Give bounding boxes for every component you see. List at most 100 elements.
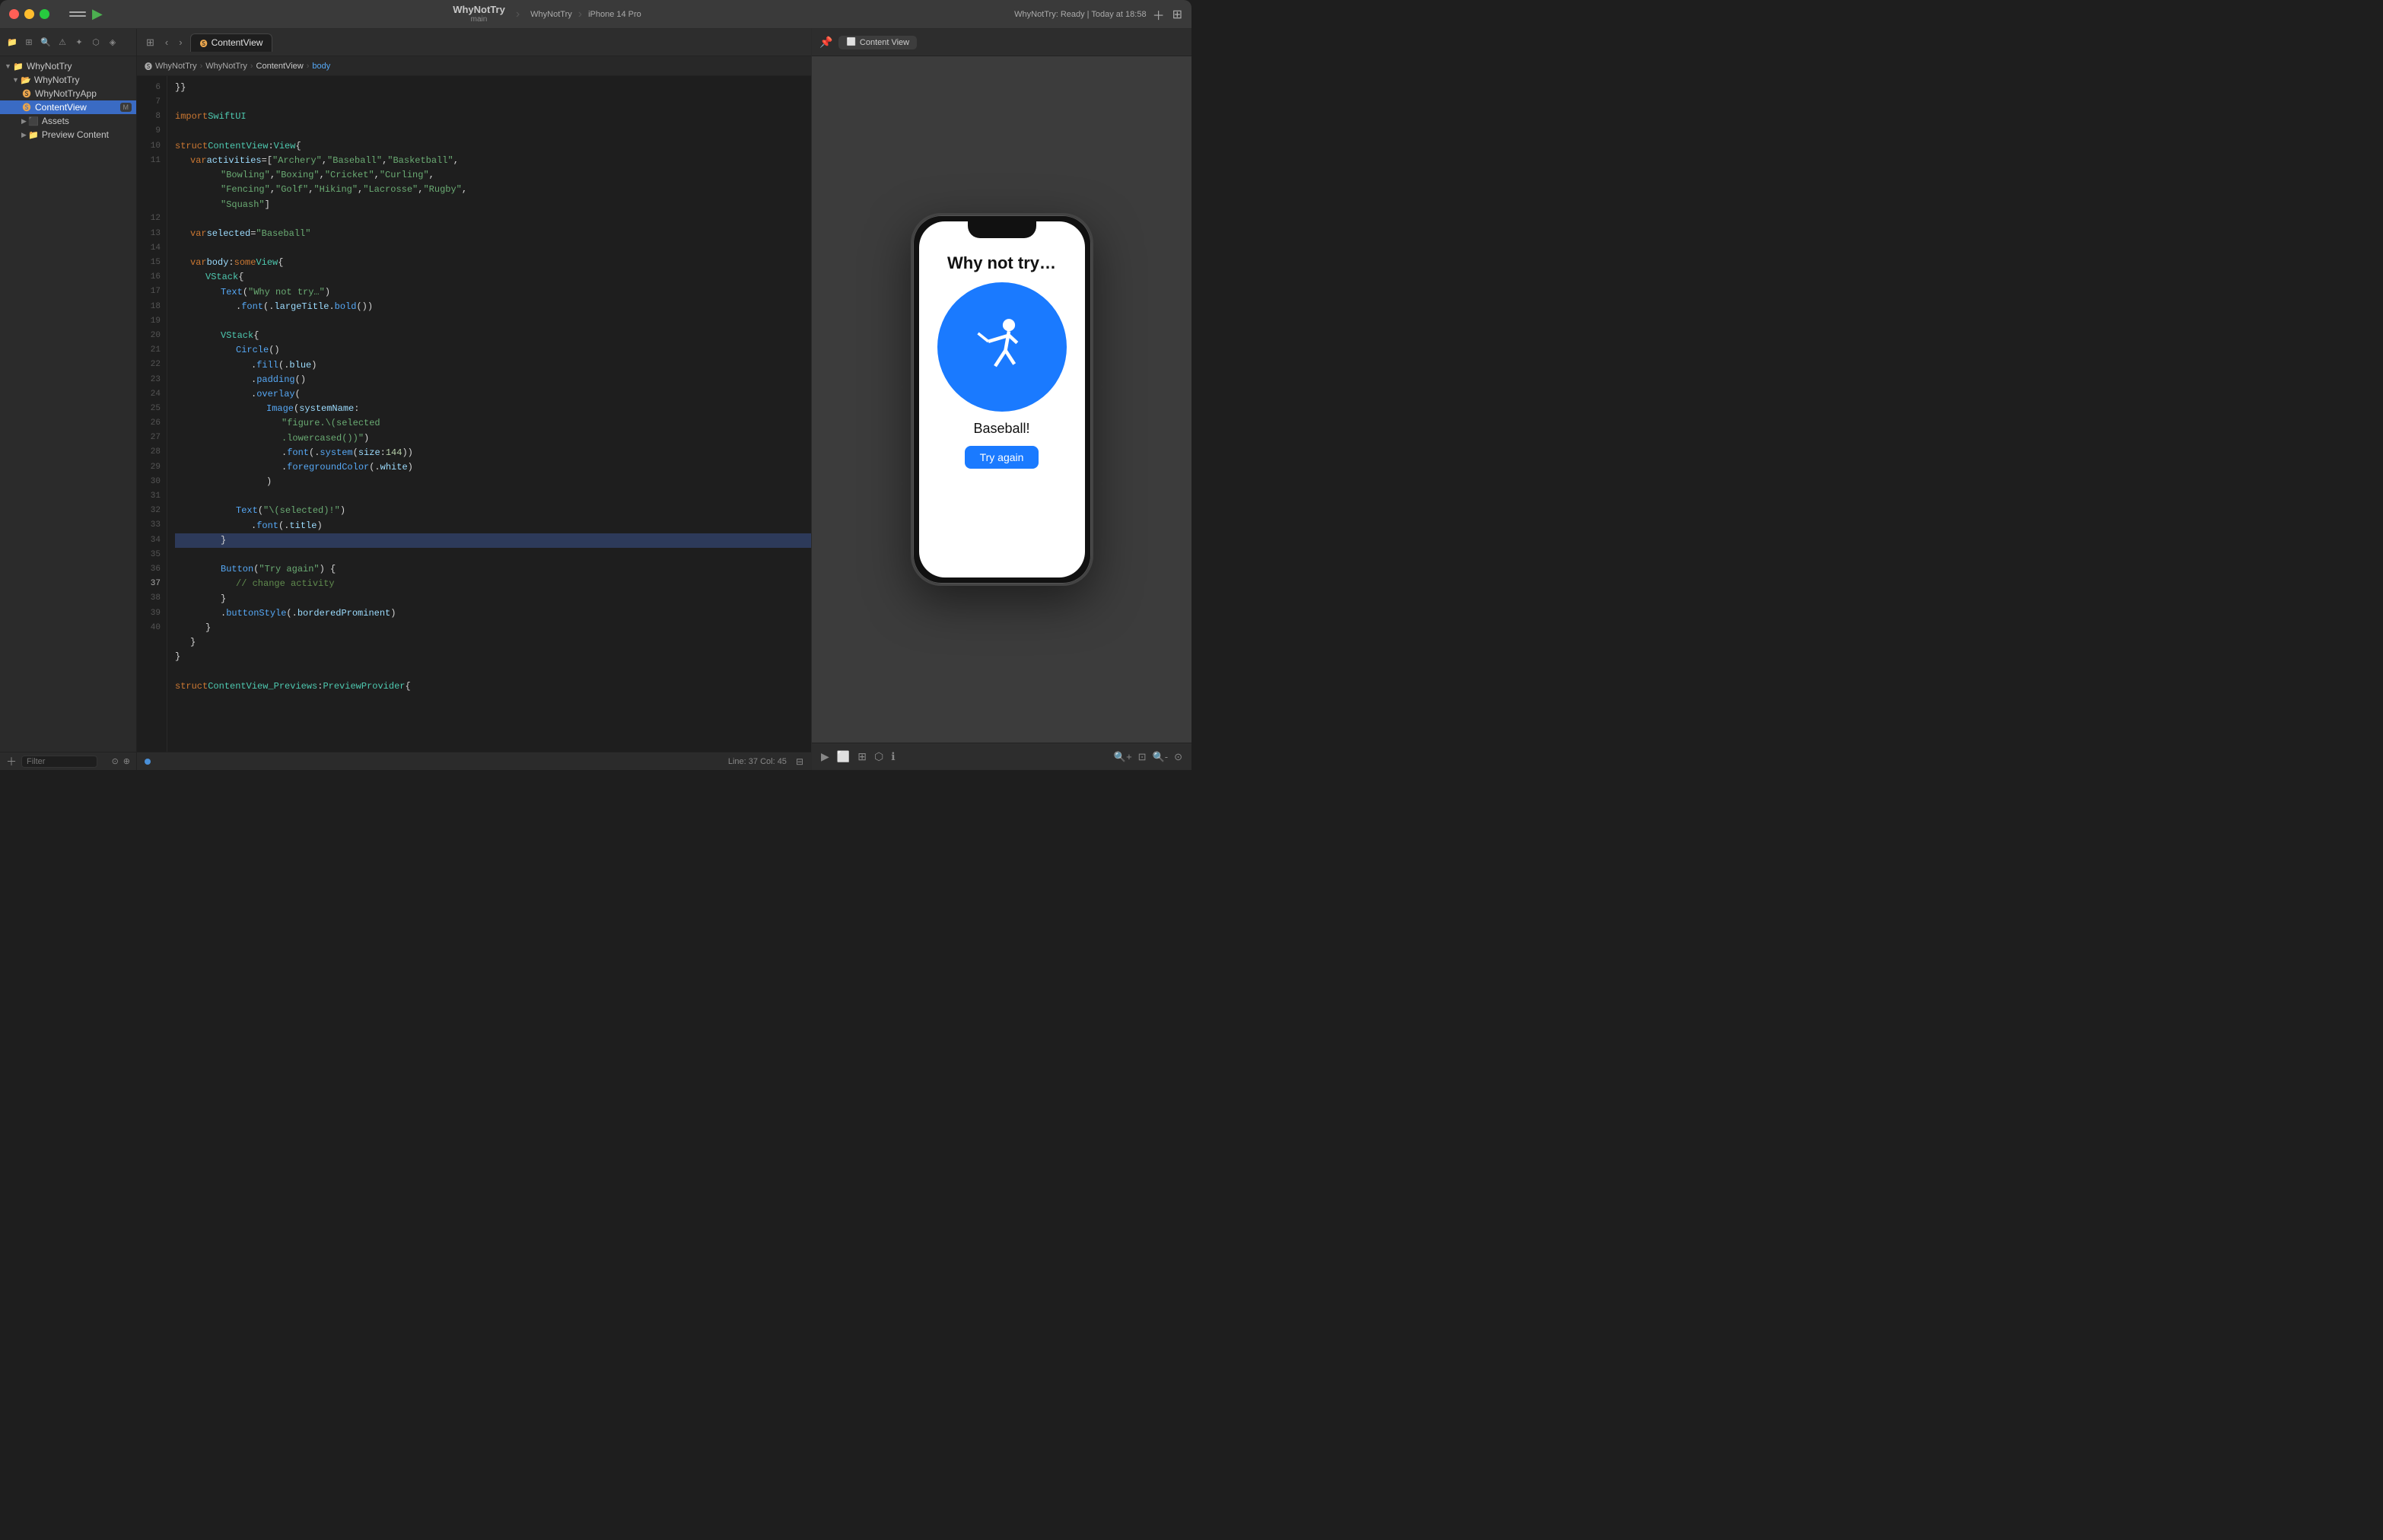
zoom-fit-icon[interactable]: ⊡: [1138, 751, 1147, 763]
code-line: [175, 241, 811, 256]
code-line: [175, 314, 811, 329]
breadcrumb-project[interactable]: WhyNotTry: [155, 62, 197, 71]
zoom-controls: 🔍+ ⊡ 🔍- ⊙: [1114, 751, 1182, 763]
sidebar-toolbar: 📁 ⊞ 🔍 ⚠ ✦ ⬡ ◈: [0, 29, 136, 56]
preview-toolbar: 📌 ⬜ Content View: [812, 29, 1192, 56]
breadcrumb: 🅢 WhyNotTry › WhyNotTry › ContentView › …: [137, 56, 811, 76]
sidebar-item-whynottry-root[interactable]: ▼ 📁 WhyNotTry: [0, 59, 136, 73]
code-line: var activities = ["Archery", "Baseball",…: [175, 154, 811, 168]
app-title: Why not try…: [947, 253, 1056, 273]
sidebar-item-assets[interactable]: ▶ ⬛ Assets: [0, 114, 136, 128]
breadcrumb-whynottry[interactable]: 🅢: [145, 60, 152, 72]
forward-icon[interactable]: ›: [176, 35, 185, 49]
code-line: Text("\(selected)!"): [175, 504, 811, 518]
layout-button[interactable]: ⊞: [1172, 7, 1182, 22]
code-line: [175, 489, 811, 504]
code-line: }: [175, 635, 811, 650]
preview-tab-contentview[interactable]: ⬜ Content View: [838, 36, 917, 49]
breakpoint-icon[interactable]: ◈: [107, 37, 119, 49]
zoom-reset-icon[interactable]: ⊙: [1174, 751, 1182, 763]
scheme-label[interactable]: WhyNotTry: [530, 10, 572, 19]
code-line: .padding(): [175, 373, 811, 387]
code-line: .fill(.blue): [175, 358, 811, 373]
code-line: }: [175, 621, 811, 635]
tab-contentview[interactable]: 🅢 ContentView: [190, 33, 273, 52]
folder-icon: 📁: [28, 129, 39, 140]
sidebar-item-contentview[interactable]: 🅢 ContentView M: [0, 100, 136, 114]
code-editor[interactable]: 6 7 8 9 10 11 12 13 14 15 16 17 18 19 20…: [137, 76, 811, 752]
sidebar-item-whynottry-sub[interactable]: ▼ 📂 WhyNotTry: [0, 73, 136, 87]
code-line: [175, 95, 811, 110]
vcs-icon[interactable]: ⊞: [23, 37, 35, 49]
device-preview-icon[interactable]: ⬡: [874, 750, 883, 763]
code-line: struct ContentView: View {: [175, 139, 811, 154]
code-line: VStack {: [175, 270, 811, 285]
sidebar-item-whynottryapp[interactable]: 🅢 WhyNotTryApp: [0, 87, 136, 100]
code-line: // change activity: [175, 577, 811, 591]
code-line: .lowercased())"): [175, 431, 811, 446]
breadcrumb-group[interactable]: WhyNotTry: [205, 62, 247, 71]
preview-bottom-bar: ▶ ⬜ ⊞ ⬡ ℹ 🔍+ ⊡ 🔍- ⊙: [812, 743, 1192, 770]
issue-icon[interactable]: ⚠: [56, 37, 68, 49]
editor-area: ⊞ ‹ › 🅢 ContentView 🅢 WhyNotTry › WhyNot…: [137, 29, 811, 770]
editor-layout-icon[interactable]: ⊞: [143, 35, 157, 50]
titlebar: ▶ WhyNotTry main › WhyNotTry › iPhone 14…: [0, 0, 1192, 29]
status-bar-right: Line: 37 Col: 45 ⊟: [728, 756, 803, 767]
sidebar-item-preview-content[interactable]: ▶ 📁 Preview Content: [0, 128, 136, 142]
file-tree: ▼ 📁 WhyNotTry ▼ 📂 WhyNotTry 🅢 WhyNotTryA…: [0, 56, 136, 752]
status-label: WhyNotTry: Ready | Today at 18:58: [1014, 10, 1146, 19]
chevron-down-icon: ▼: [12, 76, 19, 84]
code-line: .foregroundColor(.white): [175, 460, 811, 475]
code-line: [175, 125, 811, 139]
code-line: import SwiftUI: [175, 110, 811, 124]
add-button[interactable]: ＋: [1153, 5, 1165, 24]
code-line: [175, 548, 811, 562]
code-line: Text("Why not try…"): [175, 285, 811, 300]
view-mode-icon[interactable]: ⊟: [796, 756, 803, 767]
folder-open-icon: 📂: [21, 75, 31, 85]
stop-preview-icon[interactable]: ⬜: [837, 750, 850, 763]
code-line: .buttonStyle(.borderedProminent): [175, 606, 811, 621]
code-line: VStack {: [175, 329, 811, 343]
device-label[interactable]: iPhone 14 Pro: [588, 10, 641, 19]
status-dot: [145, 759, 151, 765]
search-icon[interactable]: 🔍: [40, 37, 52, 49]
pin-icon[interactable]: 📌: [819, 36, 832, 49]
modified-badge: M: [120, 103, 132, 112]
editor-toolbar: ⊞ ‹ › 🅢 ContentView: [137, 29, 811, 56]
line-col-indicator: Line: 37 Col: 45: [728, 757, 787, 766]
chevron-down-icon: ▼: [5, 62, 11, 70]
code-content[interactable]: }} import SwiftUI struct ContentView: Vi…: [167, 76, 811, 752]
minimize-button[interactable]: [24, 9, 34, 19]
iphone-notch: [968, 221, 1036, 238]
recent-files-icon[interactable]: ⊙: [112, 756, 119, 766]
preview-panel: 📌 ⬜ Content View Why not try…: [811, 29, 1192, 770]
info-preview-icon[interactable]: ℹ: [891, 750, 895, 763]
grid-preview-icon[interactable]: ⊞: [857, 750, 867, 763]
test-icon[interactable]: ✦: [73, 37, 85, 49]
run-button[interactable]: ▶: [92, 6, 103, 22]
back-icon[interactable]: ‹: [162, 35, 171, 49]
filter-input[interactable]: [21, 756, 97, 768]
source-control-icon[interactable]: ⊕: [123, 756, 130, 766]
sidebar: 📁 ⊞ 🔍 ⚠ ✦ ⬡ ◈ ▼ 📁 WhyNotTry ▼ 📂 WhyNotTr…: [0, 29, 137, 770]
code-line: var body: some View {: [175, 256, 811, 270]
window-controls[interactable]: [9, 9, 49, 19]
code-line-highlighted: }: [175, 533, 811, 548]
sport-icon-circle: [937, 282, 1067, 412]
zoom-out-icon[interactable]: 🔍-: [1153, 751, 1169, 763]
folder-icon[interactable]: 📁: [6, 37, 18, 49]
add-file-icon[interactable]: ＋: [6, 754, 17, 769]
close-button[interactable]: [9, 9, 19, 19]
play-preview-icon[interactable]: ▶: [821, 750, 829, 763]
breadcrumb-file[interactable]: ContentView: [256, 62, 304, 71]
code-line: }}: [175, 81, 811, 95]
breadcrumb-symbol[interactable]: body: [312, 62, 330, 71]
code-line: [175, 212, 811, 227]
sidebar-toggle-button[interactable]: [69, 8, 86, 21]
fullscreen-button[interactable]: [40, 9, 49, 19]
chevron-right-icon: ▶: [21, 117, 27, 126]
debug-icon[interactable]: ⬡: [90, 37, 102, 49]
zoom-in-icon[interactable]: 🔍+: [1114, 751, 1132, 763]
try-again-button[interactable]: Try again: [965, 446, 1039, 469]
